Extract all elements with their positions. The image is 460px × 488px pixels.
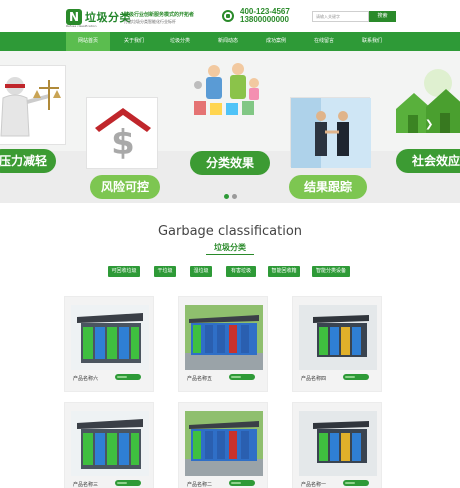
person-scale-illustration (0, 77, 61, 137)
banner-next-arrow[interactable]: ❯ (425, 119, 433, 130)
product-name[interactable]: 产品名称六 (73, 375, 98, 382)
banner-pill-tracking: 结果跟踪 (289, 175, 367, 199)
product-more-button[interactable] (115, 480, 141, 486)
category-smart-device[interactable]: 智能分类设备 (312, 266, 350, 277)
slogan: 垃圾行业创新服务模式的开拓者 打造垃圾分类智能化行业标杆 (124, 11, 206, 25)
banner-pill-risk: 风险可控 (90, 175, 160, 199)
family-sorting-illustration (194, 63, 259, 115)
section-title-en: Garbage classification (157, 224, 303, 239)
product-card[interactable]: 产品名称一 (292, 402, 382, 488)
category-recyclable[interactable]: 可回收垃圾 (108, 266, 140, 277)
header: N 垃圾分类 Refuse classification 垃圾行业创新服务模式的… (0, 0, 460, 32)
nav-item-news[interactable]: 新闻动态 (206, 32, 250, 51)
money-house-illustration: $ (95, 108, 151, 163)
category-dry[interactable]: 干垃圾 (154, 266, 176, 277)
section-divider (206, 254, 254, 255)
banner-image-social (392, 63, 460, 149)
banner-image-pressure (0, 65, 66, 145)
banner-image-sorting (186, 57, 270, 141)
nav-item-contact[interactable]: 联系我们 (350, 32, 394, 51)
product-image (185, 411, 263, 476)
page: N 垃圾分类 Refuse classification 垃圾行业创新服务模式的… (0, 0, 460, 488)
hotline-number-2: 13800000000 (240, 15, 289, 24)
recycling-kiosk-illustration (77, 313, 143, 363)
outdoor-bins-illustration (185, 411, 263, 476)
hero-banner[interactable]: ❮ 压力减轻 $ 风险可控 分类效果 结果跟踪 ❯ 社会效应 (0, 51, 460, 203)
banner-prev-arrow[interactable]: ❮ (28, 119, 36, 130)
banner-image-risk: $ (86, 97, 158, 169)
nav-item-message[interactable]: 在线留言 (302, 32, 346, 51)
search-button[interactable]: 搜索 (369, 11, 396, 22)
banner-image-tracking (290, 97, 371, 168)
nav-item-about[interactable]: 关于我们 (112, 32, 156, 51)
product-card[interactable]: 产品名称五 (178, 296, 268, 392)
product-card[interactable]: 产品名称三 (64, 402, 154, 488)
product-name[interactable]: 产品名称二 (187, 481, 212, 488)
product-image (185, 305, 263, 370)
green-houses-illustration (396, 69, 460, 133)
category-smart-bin[interactable]: 智能回收箱 (268, 266, 300, 277)
banner-pill-sorting: 分类效果 (190, 151, 270, 175)
product-image (71, 305, 149, 370)
category-hazardous[interactable]: 有害垃圾 (226, 266, 256, 277)
product-more-button[interactable] (115, 374, 141, 380)
product-name[interactable]: 产品名称四 (301, 375, 326, 382)
main-nav: 网站首页 关于我们 垃圾分类 新闻动态 成功案例 在线留言 联系我们 (0, 32, 460, 51)
product-card[interactable]: 产品名称二 (178, 402, 268, 488)
nav-item-home[interactable]: 网站首页 (66, 32, 110, 51)
recycling-kiosk-illustration (77, 419, 143, 469)
recycling-station-illustration (299, 411, 377, 476)
category-wet[interactable]: 湿垃圾 (190, 266, 212, 277)
hotline: 400-123-4567 13800000000 (240, 8, 290, 24)
slogan-line-1: 垃圾行业创新服务模式的开拓者 (124, 12, 195, 18)
handshake-illustration (291, 98, 371, 168)
pagination-dot-active[interactable] (224, 194, 229, 199)
phone-icon (222, 10, 234, 22)
logo-icon: N (66, 9, 82, 25)
product-more-button[interactable] (229, 480, 255, 486)
product-name[interactable]: 产品名称三 (73, 481, 98, 488)
pagination-dot[interactable] (232, 194, 237, 199)
product-image (299, 305, 377, 370)
outdoor-bins-illustration (185, 305, 263, 370)
product-card[interactable]: 产品名称六 (64, 296, 154, 392)
recycling-station-illustration (299, 305, 377, 370)
product-name[interactable]: 产品名称一 (301, 481, 326, 488)
nav-item-cases[interactable]: 成功案例 (254, 32, 298, 51)
banner-pill-pressure: 压力减轻 (0, 149, 56, 173)
banner-pill-social: 社会效应 (396, 149, 460, 173)
product-card[interactable]: 产品名称四 (292, 296, 382, 392)
product-more-button[interactable] (343, 374, 369, 380)
product-image (299, 411, 377, 476)
search-input[interactable]: 请输入关键字 (312, 11, 369, 22)
logo-subtitle: Refuse classification (66, 24, 97, 28)
nav-item-classification[interactable]: 垃圾分类 (158, 32, 202, 51)
banner-pagination (224, 184, 240, 203)
product-more-button[interactable] (343, 480, 369, 486)
product-image (71, 411, 149, 476)
product-more-button[interactable] (229, 374, 255, 380)
money-symbol: $ (111, 123, 135, 163)
section-title-cn: 垃圾分类 (214, 243, 246, 252)
slogan-line-2: 打造垃圾分类智能化行业标杆 (124, 19, 176, 24)
product-name[interactable]: 产品名称五 (187, 375, 212, 382)
